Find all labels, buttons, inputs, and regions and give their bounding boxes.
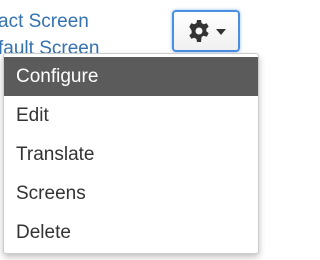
chevron-down-icon bbox=[215, 29, 226, 35]
menu-item-configure[interactable]: Configure bbox=[4, 57, 258, 96]
menu-item-edit[interactable]: Edit bbox=[4, 96, 258, 135]
menu-item-screens[interactable]: Screens bbox=[4, 174, 258, 213]
screen-link[interactable]: act Screen bbox=[0, 11, 89, 33]
actions-dropdown-button[interactable] bbox=[172, 10, 240, 52]
menu-item-delete[interactable]: Delete bbox=[4, 213, 258, 252]
gear-icon bbox=[187, 19, 211, 43]
menu-item-translate[interactable]: Translate bbox=[4, 135, 258, 174]
actions-dropdown-menu: Configure Edit Translate Screens Delete bbox=[3, 53, 259, 254]
